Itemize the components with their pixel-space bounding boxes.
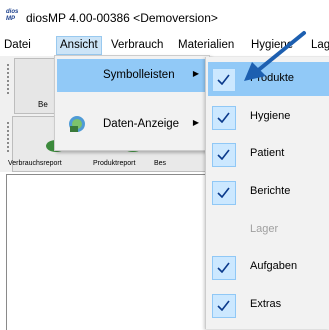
ansicht-menu: Symbolleisten ▶ Daten-Anzeige ▶	[54, 55, 210, 151]
submenu-item-lager: Lager	[208, 213, 329, 247]
produktreport-label[interactable]: Produktreport	[93, 160, 135, 167]
symbolleisten-submenu: Produkte Hygiene Patient Berichte Lager …	[205, 57, 329, 329]
annotation-arrow-icon	[244, 31, 306, 81]
menu-datei[interactable]: Datei	[4, 37, 31, 54]
toolbar-button[interactable]	[14, 58, 56, 114]
menu-materialien[interactable]: Materialien	[178, 37, 234, 54]
submenu-item-patient[interactable]: Patient	[208, 137, 329, 171]
toolbar-button-label: Be	[38, 100, 48, 109]
check-icon	[212, 256, 236, 280]
submenu-item-aufgaben[interactable]: Aufgaben	[208, 250, 329, 284]
menu-lager[interactable]: Lag	[311, 37, 329, 54]
menu-verbrauch[interactable]: Verbrauch	[111, 37, 163, 54]
menu-ansicht[interactable]: Ansicht	[56, 36, 102, 55]
title-bar: dios MP diosMP 4.00-00386 <Demoversion>	[0, 0, 329, 34]
menu-item-symbolleisten[interactable]: Symbolleisten ▶	[57, 59, 207, 92]
submenu-item-label: Lager	[250, 223, 279, 235]
verbrauchsreport-label[interactable]: Verbrauchsreport	[8, 160, 62, 167]
bestand-label[interactable]: Bes	[154, 160, 166, 167]
submenu-item-hygiene[interactable]: Hygiene	[208, 100, 329, 134]
toolbar-grip-icon[interactable]	[5, 62, 11, 96]
app-icon: dios MP	[6, 9, 22, 25]
submenu-item-label: Hygiene	[250, 110, 291, 122]
app-icon-bottom-text: MP	[6, 16, 15, 22]
check-icon	[212, 106, 236, 130]
window-title: diosMP 4.00-00386 <Demoversion>	[26, 11, 218, 25]
toolbar-grip-icon[interactable]	[5, 120, 11, 154]
menu-item-label: Daten-Anzeige	[103, 118, 180, 130]
check-icon	[212, 143, 236, 167]
submenu-arrow-icon: ▶	[192, 69, 199, 78]
check-icon	[212, 294, 236, 318]
submenu-item-berichte[interactable]: Berichte	[208, 175, 329, 209]
submenu-arrow-icon: ▶	[192, 118, 199, 127]
menu-item-label: Symbolleisten	[103, 69, 175, 81]
content-panel	[6, 174, 213, 330]
submenu-item-label: Extras	[250, 298, 282, 310]
submenu-item-extras[interactable]: Extras	[208, 288, 329, 322]
menu-item-daten-anzeige[interactable]: Daten-Anzeige ▶	[57, 108, 207, 141]
check-icon	[212, 68, 236, 92]
check-icon	[212, 181, 236, 205]
submenu-item-label: Patient	[250, 147, 285, 159]
submenu-item-label: Aufgaben	[250, 260, 298, 272]
app-icon-top-text: dios	[6, 9, 19, 15]
submenu-item-label: Berichte	[250, 185, 291, 197]
data-display-icon	[69, 116, 85, 132]
